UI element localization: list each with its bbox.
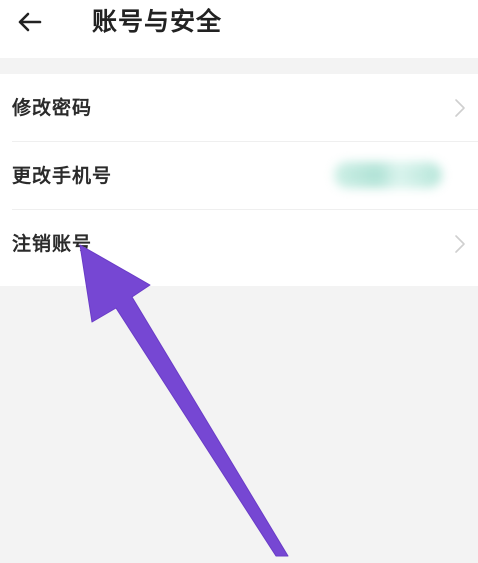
section-gap — [0, 58, 478, 74]
top-bar: 账号与安全 — [0, 0, 478, 58]
page-title: 账号与安全 — [92, 7, 223, 36]
chevron-right-icon — [455, 235, 465, 253]
change-password-item[interactable]: 修改密码 — [0, 74, 478, 142]
change-phone-item[interactable]: 更改手机号 — [0, 142, 478, 210]
menu-item-label: 更改手机号 — [12, 165, 113, 187]
settings-list: 修改密码 更改手机号 注销账号 — [0, 74, 478, 286]
masked-phone-number — [334, 162, 442, 188]
menu-item-label: 修改密码 — [12, 97, 93, 119]
deactivate-account-item[interactable]: 注销账号 — [0, 210, 478, 278]
chevron-right-icon — [455, 99, 465, 117]
menu-item-label: 注销账号 — [12, 233, 93, 255]
back-button[interactable] — [10, 4, 50, 40]
back-arrow-icon — [18, 12, 42, 32]
